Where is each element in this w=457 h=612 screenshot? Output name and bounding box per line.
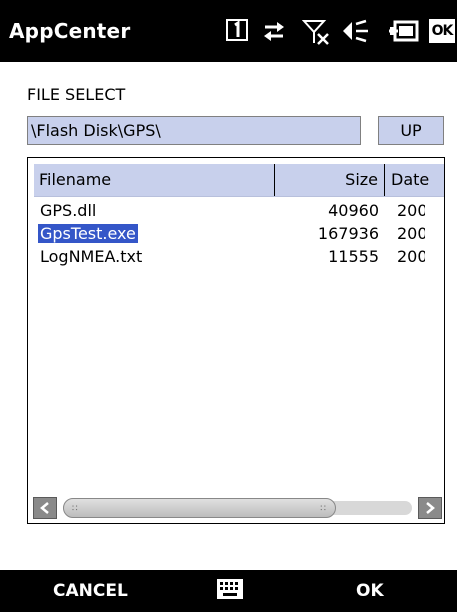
file-date-cell: 200!: [397, 201, 425, 220]
file-name-cell: GPS.dll: [38, 199, 98, 222]
scroll-left-button[interactable]: [33, 497, 57, 519]
file-size-cell: 11555: [328, 247, 379, 266]
file-name: LogNMEA.txt: [40, 247, 143, 266]
keyboard-icon[interactable]: [216, 578, 244, 600]
file-row-gps-dll[interactable]: GPS.dll 40960 200!: [34, 199, 444, 222]
chevron-right-icon: [426, 502, 435, 514]
horizontal-scrollbar[interactable]: ∷ ∷: [33, 496, 442, 520]
no-signal-icon[interactable]: [302, 19, 330, 45]
chevron-left-icon: [40, 502, 49, 514]
cancel-softkey[interactable]: CANCEL: [53, 581, 128, 601]
file-list[interactable]: Filename Size Date GPS.dll 40960 200! Gp…: [27, 157, 445, 524]
file-name-cell: LogNMEA.txt: [38, 245, 144, 268]
path-field[interactable]: \Flash Disk\GPS\: [27, 116, 361, 145]
column-header-filename[interactable]: Filename: [34, 164, 275, 196]
file-row-gpstest-exe[interactable]: GpsTest.exe 167936 200!: [34, 222, 444, 245]
file-size-cell: 167936: [317, 224, 379, 243]
file-date-cell: 200!: [397, 247, 425, 266]
title-ok-button[interactable]: OK: [429, 19, 455, 43]
data-connection-icon[interactable]: [261, 19, 287, 43]
file-select-label: FILE SELECT: [27, 85, 126, 104]
file-name: GPS.dll: [40, 201, 97, 220]
battery-icon[interactable]: [389, 19, 419, 43]
speaker-icon[interactable]: [342, 19, 370, 43]
ok-softkey[interactable]: OK: [356, 581, 384, 601]
file-name: GpsTest.exe: [38, 224, 138, 243]
file-row-lognmea-txt[interactable]: LogNMEA.txt 11555 200!: [34, 245, 444, 268]
column-header-size[interactable]: Size: [275, 164, 385, 196]
file-size-cell: 40960: [328, 201, 379, 220]
up-button[interactable]: UP: [378, 116, 444, 145]
file-name-cell: GpsTest.exe: [38, 222, 138, 245]
grip-icon: ∷: [320, 504, 326, 514]
file-date-cell: 200!: [397, 224, 425, 243]
column-header-date[interactable]: Date: [385, 164, 444, 196]
list-header: Filename Size Date: [34, 164, 444, 197]
scroll-thumb[interactable]: ∷ ∷: [63, 498, 336, 518]
sim-slot-1-icon[interactable]: [226, 19, 248, 41]
grip-icon: ∷: [72, 504, 78, 514]
scroll-right-button[interactable]: [418, 497, 442, 519]
soft-key-bar: CANCEL OK: [0, 570, 457, 612]
title-bar: AppCenter OK: [0, 0, 457, 62]
app-title: AppCenter: [9, 19, 131, 43]
